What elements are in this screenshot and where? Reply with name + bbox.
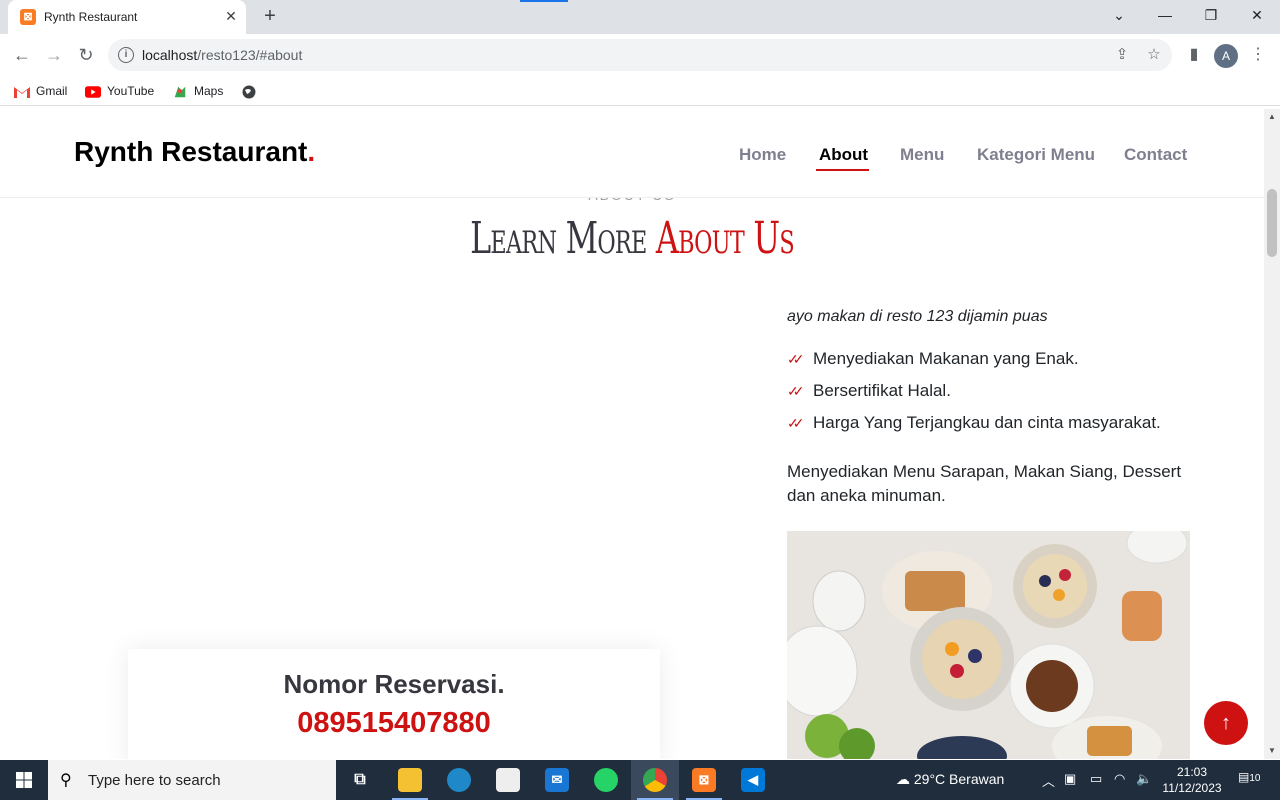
mail-icon: ✉ [545,768,569,792]
address-bar[interactable]: i localhost/resto123/#about ⇪ ☆ [108,39,1172,71]
file-explorer-icon [398,768,422,792]
scroll-to-top-button[interactable]: ↑ [1204,701,1248,745]
url-text: localhost/resto123/#about [142,47,303,63]
battery-icon[interactable]: ▭ [1090,771,1102,787]
taskbar-mail[interactable]: ✉ [533,760,581,800]
scroll-down-arrow-icon[interactable]: ▼ [1264,743,1280,759]
side-panel-icon[interactable]: ▮ [1182,43,1206,67]
bookmark-youtube[interactable]: YouTube [85,82,154,100]
whatsapp-icon [594,768,618,792]
weather-widget[interactable]: ☁ 29°C Berawan [896,771,1004,788]
tab-search-chevron-icon[interactable]: ⌄ [1096,0,1142,30]
nav-about[interactable]: About [819,145,868,165]
minimize-icon[interactable]: — [1142,0,1188,30]
tab-close-icon[interactable]: ✕ [222,7,240,25]
tab-strip-accent [520,0,568,2]
notification-center-button[interactable]: ▤10 [1238,770,1260,790]
scrollbar-thumb[interactable] [1267,189,1277,257]
scroll-up-arrow-icon[interactable]: ▲ [1264,109,1280,125]
bookmark-gmail[interactable]: Gmail [14,82,67,100]
edge-icon [447,768,471,792]
gmail-icon [14,86,30,98]
windows-logo-icon [16,772,32,788]
close-window-icon[interactable]: ✕ [1234,0,1280,30]
check-item: ✓✓ Menyediakan Makanan yang Enak. [787,349,1079,368]
new-tab-icon[interactable]: + [258,5,282,29]
task-view-button[interactable]: ⧉ [336,760,384,800]
double-check-icon: ✓✓ [787,351,804,367]
taskbar-chrome[interactable] [631,760,679,800]
store-icon [496,768,520,792]
tray-chevron-icon[interactable]: ︿ [1042,771,1055,790]
vscode-icon: ◀ [741,768,765,792]
bookmark-star-icon[interactable]: ☆ [1144,45,1164,65]
check-item: ✓✓ Bersertifikat Halal. [787,381,951,400]
youtube-icon [85,86,101,98]
chrome-icon [643,768,667,792]
taskbar-file-explorer[interactable] [386,760,434,800]
share-icon[interactable]: ⇪ [1112,45,1132,65]
nav-active-underline [816,169,869,171]
forward-arrow-icon[interactable]: → [42,43,66,67]
reload-icon[interactable]: ↻ [74,43,98,67]
taskbar-vscode[interactable]: ◀ [729,760,777,800]
back-arrow-icon[interactable]: ← [10,43,34,67]
profile-avatar[interactable]: A [1214,44,1238,68]
site-info-icon[interactable]: i [118,47,134,63]
nav-contact[interactable]: Contact [1124,145,1187,165]
double-check-icon: ✓✓ [787,383,804,399]
page-scrollbar[interactable]: ▲ ▼ [1264,109,1280,759]
site-header: Rynth Restaurant. Home About Menu Katego… [0,109,1264,198]
search-icon: ⚲ [60,772,72,789]
menu-kebab-icon[interactable]: ⋮ [1246,43,1270,67]
tab-title: Rynth Restaurant [44,10,138,24]
bookmark-maps[interactable]: Maps [172,82,223,100]
xampp-favicon-icon: ⊠ [20,9,36,25]
start-button[interactable] [0,760,48,800]
double-check-icon: ✓✓ [787,415,804,431]
nav-kategori-menu[interactable]: Kategori Menu [977,145,1095,165]
food-photo [787,531,1190,759]
maps-icon [174,86,186,98]
volume-muted-icon[interactable]: 🔈 [1136,771,1152,787]
section-title: Learn More About Us [470,213,795,264]
xampp-icon: ⊠ [692,768,716,792]
task-view-icon: ⧉ [354,771,366,788]
taskbar-store[interactable] [484,760,532,800]
wifi-icon[interactable]: ◠ [1114,771,1125,787]
notification-icon: ▤ [1238,770,1250,784]
taskbar-edge[interactable] [435,760,483,800]
clock-time: 21:03 [1176,765,1208,779]
page-viewport: Rynth Restaurant. Home About Menu Katego… [0,109,1264,759]
taskbar-clock[interactable]: 21:03 11/12/2023 [1160,764,1224,796]
browser-tab[interactable]: ⊠ Rynth Restaurant ✕ [8,0,246,34]
tab-strip: ⊠ Rynth Restaurant ✕ + ⌄ — ❐ ✕ [0,0,1280,34]
site-logo[interactable]: Rynth Restaurant. [74,136,315,168]
taskbar-xampp[interactable]: ⊠ [680,760,728,800]
reservation-title: Nomor Reservasi. [283,669,505,699]
tray-app-icon[interactable]: ▣ [1064,771,1076,787]
clock-date: 11/12/2023 [1162,781,1222,795]
arrow-up-icon: ↑ [1221,712,1231,734]
nav-menu[interactable]: Menu [900,145,944,165]
bookmarks-bar: Gmail YouTube Maps [0,76,1280,106]
nav-home[interactable]: Home [739,145,786,165]
browser-toolbar: ← → ↻ i localhost/resto123/#about ⇪ ☆ ▮ … [0,34,1280,76]
cloud-sun-icon: ☁ [896,771,914,787]
taskbar-search-box[interactable]: ⚲ Type here to search [48,760,336,800]
taskbar-search-placeholder: Type here to search [88,772,221,789]
about-paragraph: Menyediakan Menu Sarapan, Makan Siang, D… [787,462,1182,505]
notification-count: 10 [1249,773,1261,784]
taskbar-whatsapp[interactable] [582,760,630,800]
windows-taskbar: ⚲ Type here to search ⧉ ✉ ⊠ ◀ ☁ 29°C Ber… [0,760,1280,800]
reservation-phone[interactable]: 089515407880 [128,707,660,740]
globe-icon[interactable] [242,82,256,100]
reservation-card: Nomor Reservasi. 089515407880 [128,649,660,759]
about-tagline: ayo makan di resto 123 dijamin puas [787,308,1048,325]
check-item: ✓✓ Harga Yang Terjangkau dan cinta masyar… [787,413,1161,432]
restore-icon[interactable]: ❐ [1188,0,1234,30]
